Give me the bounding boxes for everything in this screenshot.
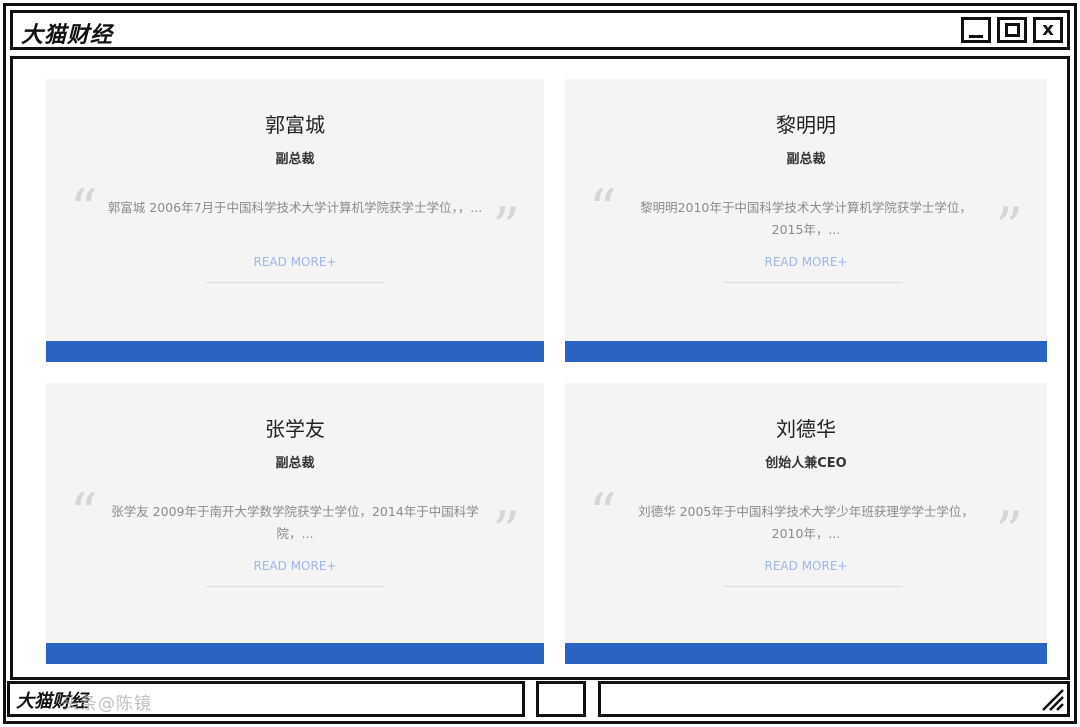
card-role: 创始人兼CEO bbox=[765, 456, 847, 471]
card-bio: 黎明明2010年于中国科学技术大学计算机学院获学士学位，2015年，... bbox=[640, 200, 972, 237]
minimize-icon bbox=[969, 34, 983, 38]
app-title: 大猫财经 bbox=[21, 23, 114, 48]
quote-open-icon: “ bbox=[70, 178, 98, 241]
status-panel-middle bbox=[536, 681, 586, 717]
card-role: 副总裁 bbox=[275, 152, 315, 167]
maximize-button[interactable] bbox=[997, 17, 1027, 43]
profile-card: 刘德华 创始人兼CEO “ 刘德华 2005年于中国科学技术大学少年班获理学学士… bbox=[565, 383, 1047, 664]
close-button[interactable]: x bbox=[1033, 17, 1063, 43]
divider bbox=[206, 282, 384, 283]
resize-grip-icon[interactable] bbox=[1039, 686, 1065, 712]
quote-open-icon: “ bbox=[589, 178, 617, 241]
card-name: 张学友 bbox=[265, 417, 325, 441]
maximize-icon bbox=[1004, 23, 1020, 37]
profile-card: 张学友 副总裁 “ 张学友 2009年于南开大学数学院获学士学位，2014年于中… bbox=[46, 383, 544, 664]
read-more-link[interactable]: READ MORE+ bbox=[46, 559, 544, 573]
content-area: 郭富城 副总裁 “ 郭富城 2006年7月于中国科学技术大学计算机学院获学士学位… bbox=[10, 56, 1070, 680]
close-icon: x bbox=[1042, 19, 1054, 40]
divider bbox=[206, 586, 384, 587]
card-role: 副总裁 bbox=[275, 456, 315, 471]
accent-bar bbox=[565, 341, 1047, 362]
card-bio: 刘德华 2005年于中国科学技术大学少年班获理学学士学位，2010年，... bbox=[638, 504, 974, 541]
profile-card: 郭富城 副总裁 “ 郭富城 2006年7月于中国科学技术大学计算机学院获学士学位… bbox=[46, 79, 544, 362]
quote-close-icon: ” bbox=[492, 500, 520, 563]
card-name: 郭富城 bbox=[265, 113, 325, 137]
read-more-link[interactable]: READ MORE+ bbox=[46, 255, 544, 269]
status-panel-left: 大猫财经 头条@陈镜 bbox=[7, 681, 525, 717]
card-bio: 张学友 2009年于南开大学数学院获学士学位，2014年于中国科学院，... bbox=[111, 504, 479, 541]
card-role: 副总裁 bbox=[786, 152, 826, 167]
quote-close-icon: ” bbox=[492, 196, 520, 259]
card-name: 刘德华 bbox=[776, 417, 836, 441]
read-more-link[interactable]: READ MORE+ bbox=[565, 559, 1047, 573]
accent-bar bbox=[46, 341, 544, 362]
quote-close-icon: ” bbox=[995, 196, 1023, 259]
divider bbox=[723, 586, 903, 587]
profile-card: 黎明明 副总裁 “ 黎明明2010年于中国科学技术大学计算机学院获学士学位，20… bbox=[565, 79, 1047, 362]
accent-bar bbox=[565, 643, 1047, 664]
card-bio: 郭富城 2006年7月于中国科学技术大学计算机学院获学士学位，，... bbox=[107, 200, 483, 215]
watermark-text: 头条@陈镜 bbox=[62, 694, 152, 714]
quote-close-icon: ” bbox=[995, 500, 1023, 563]
minimize-button[interactable] bbox=[961, 17, 991, 43]
card-name: 黎明明 bbox=[776, 113, 836, 137]
status-panel-right bbox=[598, 681, 1070, 717]
app-window: 大猫财经 x 郭富城 副总裁 “ 郭富城 2006年7月于中国科学技术大学计算机… bbox=[3, 3, 1077, 724]
title-bar[interactable]: 大猫财经 x bbox=[10, 10, 1070, 50]
read-more-link[interactable]: READ MORE+ bbox=[565, 255, 1047, 269]
quote-open-icon: “ bbox=[589, 482, 617, 545]
accent-bar bbox=[46, 643, 544, 664]
divider bbox=[723, 282, 903, 283]
quote-open-icon: “ bbox=[70, 482, 98, 545]
